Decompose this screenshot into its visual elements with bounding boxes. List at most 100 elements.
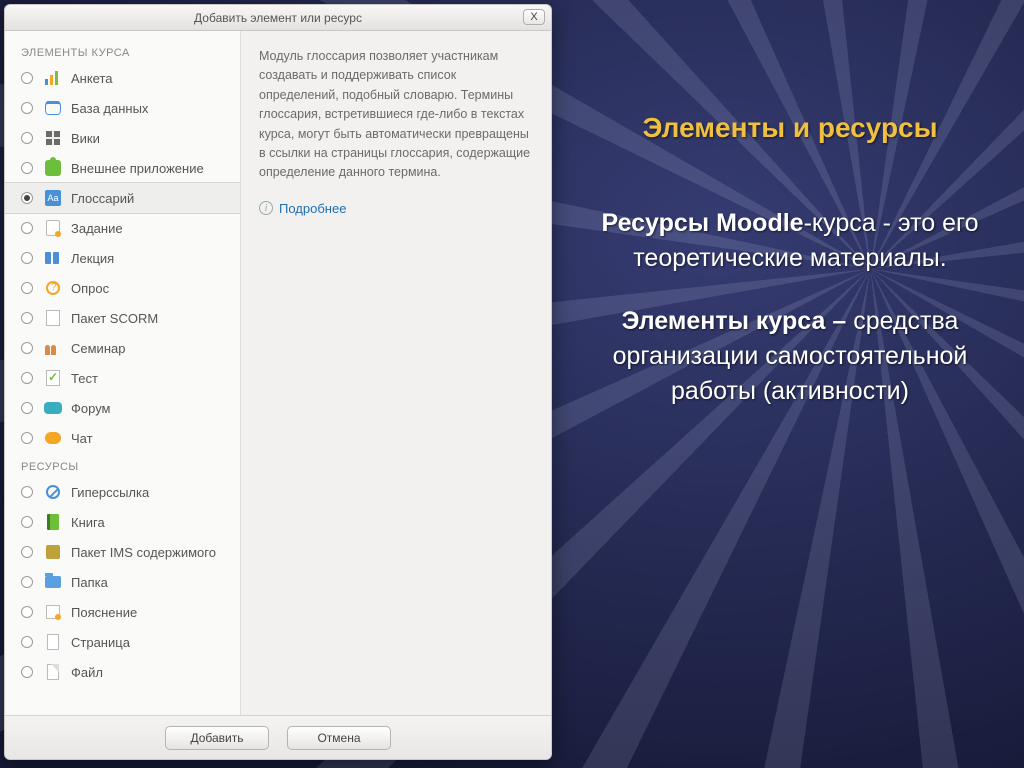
slide-p2-lead: Элементы курса – bbox=[622, 307, 847, 335]
choice-icon bbox=[43, 278, 63, 298]
item-label: Опрос bbox=[71, 281, 230, 296]
activity-chooser-dialog: Добавить элемент или ресурс X ЭЛЕМЕНТЫ К… bbox=[4, 4, 552, 760]
resource-item-file[interactable]: Файл bbox=[5, 657, 240, 687]
section-header-resources: РЕСУРСЫ bbox=[5, 453, 240, 477]
item-label: Задание bbox=[71, 221, 230, 236]
item-label: Лекция bbox=[71, 251, 230, 266]
module-list-panel[interactable]: ЭЛЕМЕНТЫ КУРСА Анкета База данных Вики Внеш… bbox=[5, 31, 241, 715]
activity-item-quiz[interactable]: Тест bbox=[5, 363, 240, 393]
resource-item-book[interactable]: Книга bbox=[5, 507, 240, 537]
item-label: Книга bbox=[71, 515, 230, 530]
item-label: Анкета bbox=[71, 71, 230, 86]
wiki-icon bbox=[43, 128, 63, 148]
item-label: Семинар bbox=[71, 341, 230, 356]
item-label: Страница bbox=[71, 635, 230, 650]
slide-title: Элементы и ресурсы bbox=[590, 110, 990, 146]
radio-page[interactable] bbox=[21, 636, 33, 648]
item-label: Папка bbox=[71, 575, 230, 590]
radio-lesson[interactable] bbox=[21, 252, 33, 264]
item-label: Глоссарий bbox=[71, 191, 230, 206]
close-icon: X bbox=[530, 11, 537, 23]
radio-forum[interactable] bbox=[21, 402, 33, 414]
radio-database[interactable] bbox=[21, 102, 33, 114]
item-label: Форум bbox=[71, 401, 230, 416]
chat-icon bbox=[43, 428, 63, 448]
item-label: Файл bbox=[71, 665, 230, 680]
radio-wiki[interactable] bbox=[21, 132, 33, 144]
activity-item-choice[interactable]: Опрос bbox=[5, 273, 240, 303]
radio-glossary[interactable] bbox=[21, 192, 33, 204]
label-icon bbox=[43, 602, 63, 622]
radio-file[interactable] bbox=[21, 666, 33, 678]
lesson-icon bbox=[43, 248, 63, 268]
radio-label[interactable] bbox=[21, 606, 33, 618]
activity-item-database[interactable]: База данных bbox=[5, 93, 240, 123]
activity-item-assignment[interactable]: Задание bbox=[5, 213, 240, 243]
item-label: Пакет SCORM bbox=[71, 311, 230, 326]
radio-chat[interactable] bbox=[21, 432, 33, 444]
radio-book[interactable] bbox=[21, 516, 33, 528]
dialog-title: Добавить элемент или ресурс bbox=[194, 11, 362, 25]
radio-quiz[interactable] bbox=[21, 372, 33, 384]
slide-paragraph-2: Элементы курса – средства организации са… bbox=[590, 304, 990, 409]
radio-survey[interactable] bbox=[21, 72, 33, 84]
more-help-label: Подробнее bbox=[279, 201, 346, 216]
cancel-button[interactable]: Отмена bbox=[287, 726, 391, 750]
item-label: Гиперссылка bbox=[71, 485, 230, 500]
resource-item-label[interactable]: Пояснение bbox=[5, 597, 240, 627]
activity-item-lesson[interactable]: Лекция bbox=[5, 243, 240, 273]
item-label: Пояснение bbox=[71, 605, 230, 620]
file-icon bbox=[43, 662, 63, 682]
book-icon bbox=[43, 512, 63, 532]
ims-icon bbox=[43, 542, 63, 562]
scorm-icon bbox=[43, 308, 63, 328]
radio-choice[interactable] bbox=[21, 282, 33, 294]
activity-item-wiki[interactable]: Вики bbox=[5, 123, 240, 153]
quiz-icon bbox=[43, 368, 63, 388]
radio-folder[interactable] bbox=[21, 576, 33, 588]
glossary-icon: Aa bbox=[43, 188, 63, 208]
resource-item-url[interactable]: Гиперссылка bbox=[5, 477, 240, 507]
workshop-icon bbox=[43, 338, 63, 358]
radio-scorm[interactable] bbox=[21, 312, 33, 324]
close-button[interactable]: X bbox=[523, 9, 545, 25]
url-icon bbox=[43, 482, 63, 502]
radio-url[interactable] bbox=[21, 486, 33, 498]
database-icon bbox=[43, 98, 63, 118]
radio-workshop[interactable] bbox=[21, 342, 33, 354]
activity-item-glossary[interactable]: Aa Глоссарий bbox=[5, 183, 240, 213]
add-button[interactable]: Добавить bbox=[165, 726, 269, 750]
slide-background: Элементы и ресурсы Ресурсы Moodle-курса … bbox=[0, 0, 1024, 768]
info-icon: i bbox=[259, 201, 273, 215]
activity-item-forum[interactable]: Форум bbox=[5, 393, 240, 423]
module-description: Модуль глоссария позволяет участникам со… bbox=[259, 47, 533, 183]
item-label: Внешнее приложение bbox=[71, 161, 230, 176]
item-label: Вики bbox=[71, 131, 230, 146]
more-help-link[interactable]: i Подробнее bbox=[259, 201, 533, 216]
folder-icon bbox=[43, 572, 63, 592]
radio-ims[interactable] bbox=[21, 546, 33, 558]
survey-icon bbox=[43, 68, 63, 88]
activity-item-workshop[interactable]: Семинар bbox=[5, 333, 240, 363]
dialog-body: ЭЛЕМЕНТЫ КУРСА Анкета База данных Вики Внеш… bbox=[5, 31, 551, 715]
activity-item-lti[interactable]: Внешнее приложение bbox=[5, 153, 240, 183]
resource-item-ims[interactable]: Пакет IMS содержимого bbox=[5, 537, 240, 567]
activity-item-chat[interactable]: Чат bbox=[5, 423, 240, 453]
resource-item-page[interactable]: Страница bbox=[5, 627, 240, 657]
resource-item-folder[interactable]: Папка bbox=[5, 567, 240, 597]
slide-paragraph-1: Ресурсы Moodle-курса - это его теоретиче… bbox=[590, 206, 990, 276]
section-header-activities: ЭЛЕМЕНТЫ КУРСА bbox=[5, 39, 240, 63]
assignment-icon bbox=[43, 218, 63, 238]
description-panel: Модуль глоссария позволяет участникам со… bbox=[241, 31, 551, 715]
item-label: Чат bbox=[71, 431, 230, 446]
activity-item-survey[interactable]: Анкета bbox=[5, 63, 240, 93]
radio-assignment[interactable] bbox=[21, 222, 33, 234]
forum-icon bbox=[43, 398, 63, 418]
page-icon bbox=[43, 632, 63, 652]
radio-lti[interactable] bbox=[21, 162, 33, 174]
item-label: Пакет IMS содержимого bbox=[71, 545, 230, 560]
dialog-footer: Добавить Отмена bbox=[5, 715, 551, 759]
activity-item-scorm[interactable]: Пакет SCORM bbox=[5, 303, 240, 333]
slide-p1-lead: Ресурсы Moodle bbox=[602, 209, 804, 237]
lti-icon bbox=[43, 158, 63, 178]
